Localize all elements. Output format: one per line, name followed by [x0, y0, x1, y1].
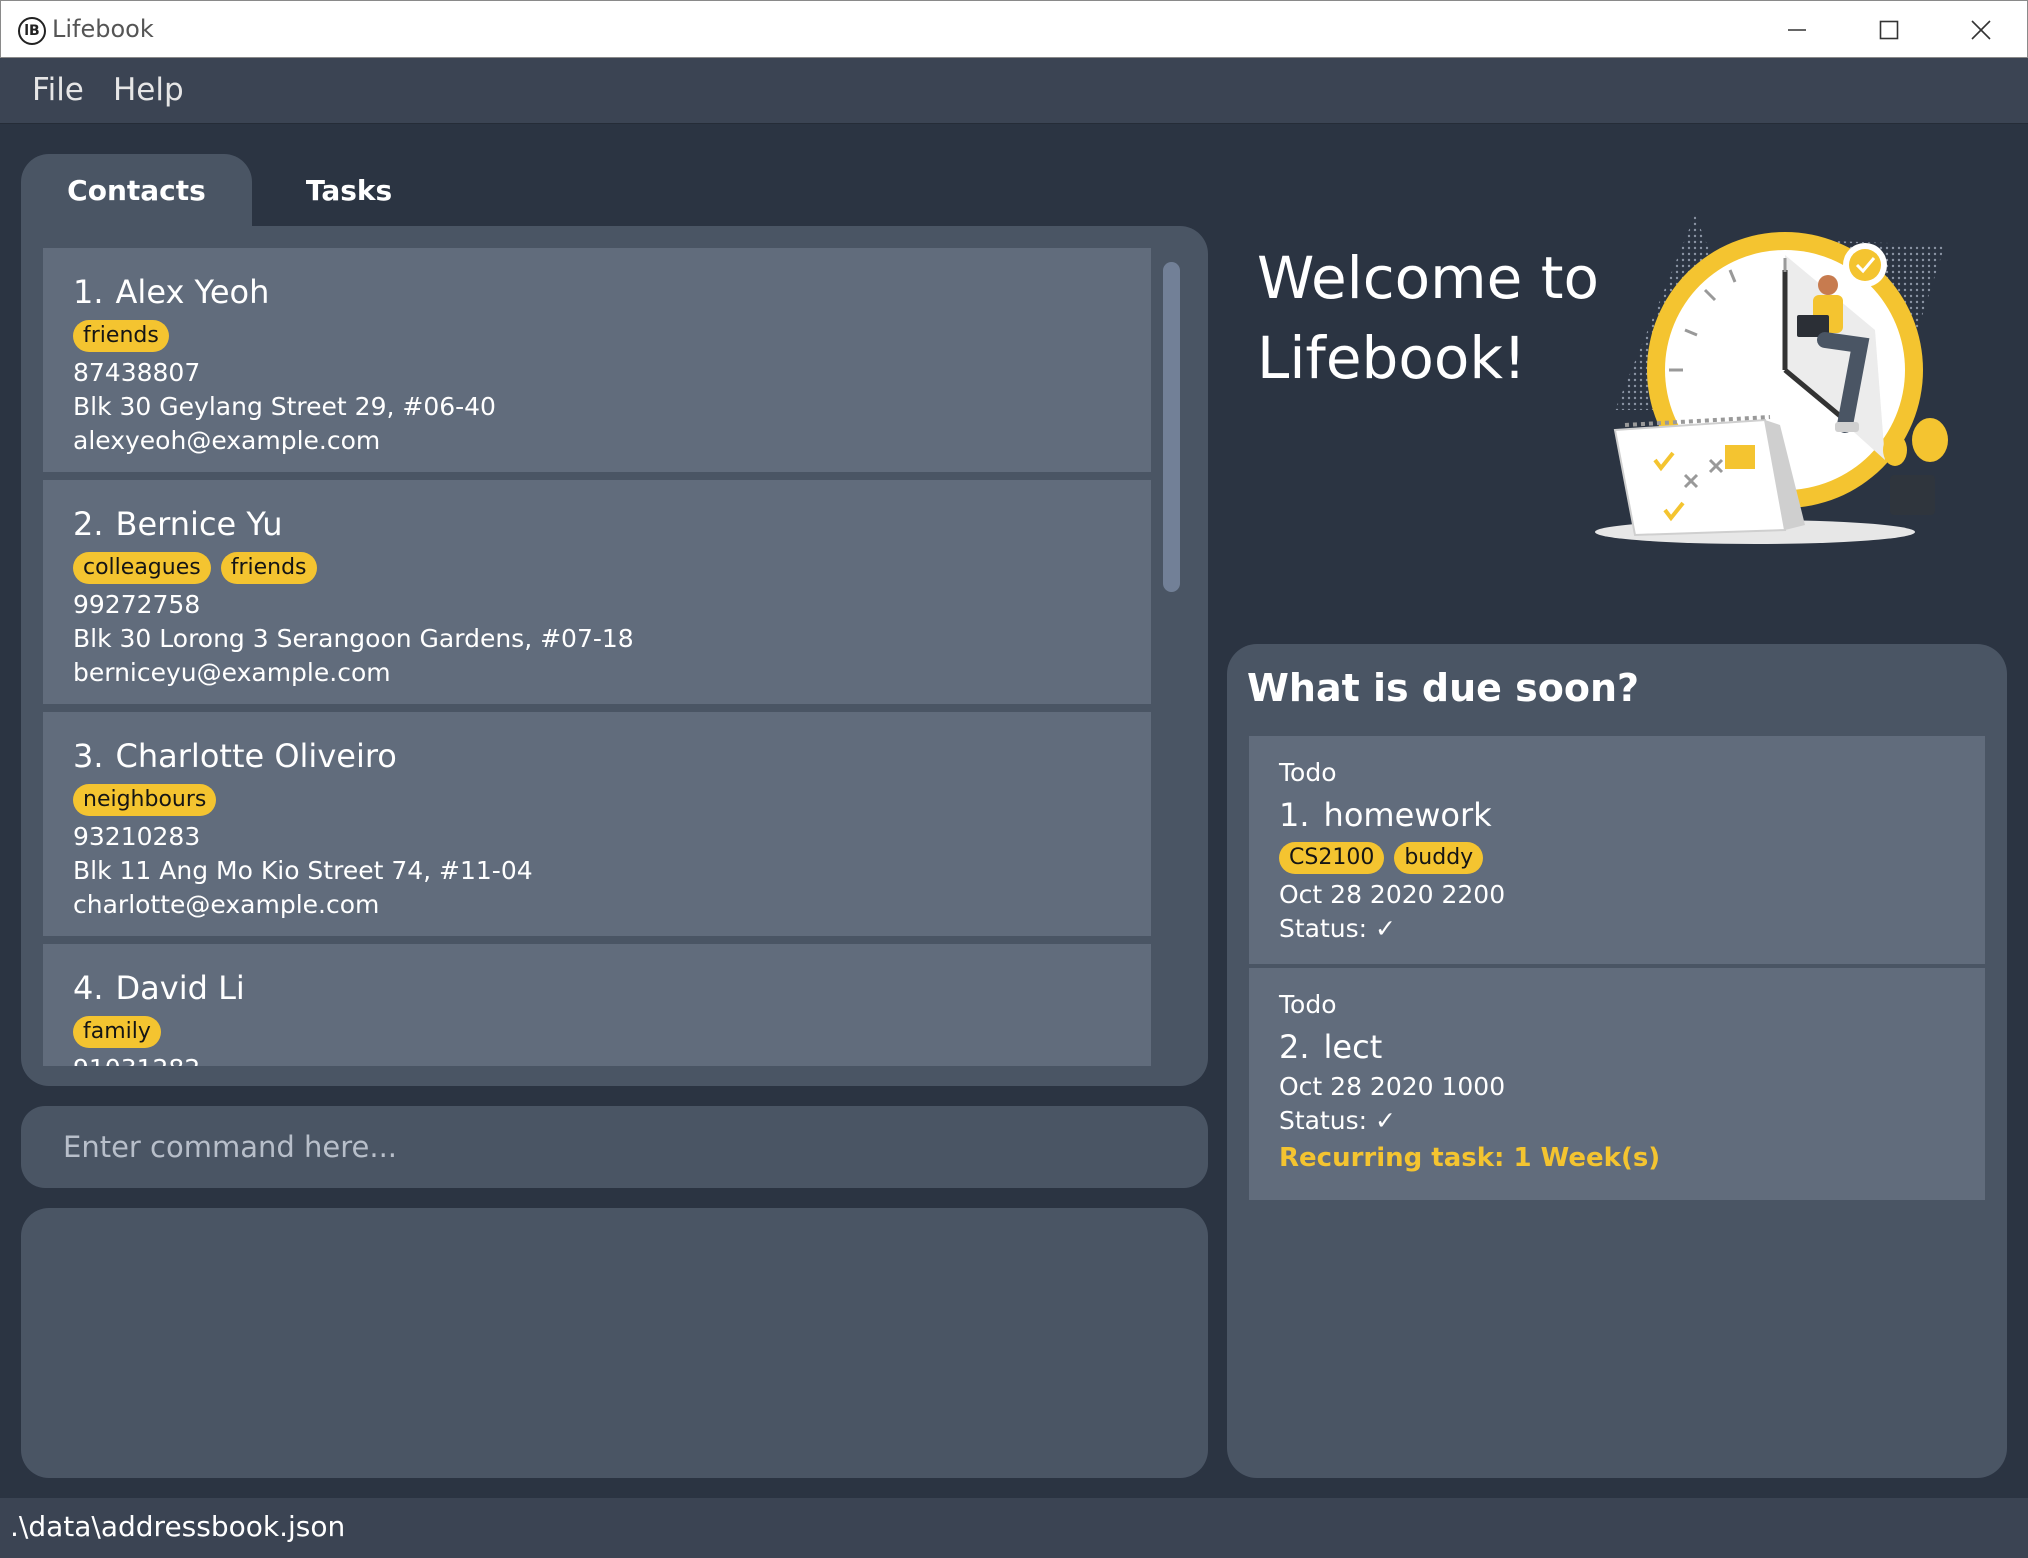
tag: buddy	[1394, 842, 1484, 874]
due-soon-panel: What is due soon? Todo 1. homework CS2100…	[1227, 644, 2007, 1478]
tag: CS2100	[1279, 842, 1385, 874]
task-type: Todo	[1279, 990, 1337, 1019]
task-status: Status: ✓	[1279, 914, 1396, 943]
close-button[interactable]	[1935, 1, 2027, 59]
contact-tags: friends	[73, 320, 1151, 356]
contact-tags: colleagues friends	[73, 552, 1151, 588]
task-name: homework	[1323, 796, 1492, 834]
contact-phone: 91031282	[73, 1052, 1151, 1066]
app-logo-icon: lB	[18, 17, 46, 45]
contact-name: Alex Yeoh	[115, 273, 270, 311]
contact-phone: 99272758	[73, 590, 201, 619]
task-date: Oct 28 2020 2200	[1279, 880, 1506, 909]
contact-card[interactable]: 1. Alex Yeoh friends 87438807 Blk 30 Geyl…	[43, 248, 1151, 476]
tag: friends	[220, 552, 317, 584]
task-name: lect	[1323, 1028, 1383, 1066]
welcome-line-1: Welcome to	[1257, 244, 1599, 312]
menu-bar: File Help	[0, 58, 2028, 124]
contact-index: 2.	[73, 505, 104, 543]
task-tags: CS2100 buddy	[1279, 842, 1985, 878]
contact-email: charlotte@example.com	[73, 890, 380, 919]
contact-phone: 93210283	[73, 822, 201, 851]
contact-tags: family	[73, 1016, 1151, 1052]
contact-index: 3.	[73, 737, 104, 775]
task-type: Todo	[1279, 758, 1337, 787]
contact-address: Blk 30 Lorong 3 Serangoon Gardens, #07-1…	[73, 624, 634, 653]
save-location: .\data\addressbook.json	[10, 1510, 346, 1543]
contact-name-row: 4. David Li	[73, 968, 1151, 1012]
tab-contacts[interactable]: Contacts	[21, 154, 252, 226]
contact-card[interactable]: 3. Charlotte Oliveiro neighbours 93210283…	[43, 712, 1151, 940]
contact-phone: 87438807	[73, 358, 201, 387]
tag: neighbours	[73, 784, 217, 816]
contact-email: alexyeoh@example.com	[73, 426, 381, 455]
contact-list-scrollbar[interactable]	[1163, 262, 1180, 592]
tab-tasks[interactable]: Tasks	[260, 154, 438, 226]
clock-calendar-illustration	[1595, 215, 1948, 544]
contact-email: berniceyu@example.com	[73, 658, 391, 687]
tag: family	[73, 1016, 161, 1048]
menu-help[interactable]: Help	[113, 72, 184, 108]
contact-name-row: 2. Bernice Yu	[73, 504, 1151, 548]
contact-index: 1.	[73, 273, 104, 311]
contact-card[interactable]: 4. David Li family 91031282	[43, 944, 1151, 1066]
title-bar: lB Lifebook	[0, 0, 2028, 58]
task-card[interactable]: Todo 1. homework CS2100 buddy Oct 28 2020…	[1249, 736, 1985, 964]
task-index: 1.	[1279, 796, 1310, 834]
contact-list[interactable]: 1. Alex Yeoh friends 87438807 Blk 30 Geyl…	[43, 248, 1151, 1066]
contact-name: Charlotte Oliveiro	[115, 737, 397, 775]
task-status: Status: ✓	[1279, 1106, 1396, 1135]
welcome-heading: Welcome to Lifebook!	[1257, 238, 1617, 398]
task-name-row: 1. homework	[1279, 792, 1985, 838]
contact-address: Blk 11 Ang Mo Kio Street 74, #11-04	[73, 856, 533, 885]
task-index: 2.	[1279, 1028, 1310, 1066]
task-recurring: Recurring task: 1 Week(s)	[1279, 1143, 1661, 1173]
close-icon	[1971, 20, 1991, 40]
status-bar: .\data\addressbook.json	[0, 1498, 2028, 1558]
contact-name-row: 1. Alex Yeoh	[73, 272, 1151, 316]
minimize-icon	[1788, 29, 1806, 31]
contact-address: Blk 30 Geylang Street 29, #06-40	[73, 392, 496, 421]
contact-name: Bernice Yu	[115, 505, 283, 543]
minimize-button[interactable]	[1751, 1, 1843, 59]
contact-name-row: 3. Charlotte Oliveiro	[73, 736, 1151, 780]
contacts-panel: 1. Alex Yeoh friends 87438807 Blk 30 Geyl…	[21, 226, 1208, 1086]
maximize-icon	[1879, 20, 1899, 40]
maximize-button[interactable]	[1843, 1, 1935, 59]
window-title: Lifebook	[52, 15, 154, 43]
tag: colleagues	[73, 552, 211, 584]
contact-tags: neighbours	[73, 784, 1151, 820]
result-display	[21, 1208, 1208, 1478]
welcome-line-2: Lifebook!	[1257, 324, 1527, 392]
contact-name: David Li	[115, 969, 245, 1007]
contact-index: 4.	[73, 969, 104, 1007]
due-soon-title: What is due soon?	[1247, 666, 1640, 710]
command-box	[21, 1106, 1208, 1188]
menu-file[interactable]: File	[32, 72, 84, 108]
task-card[interactable]: Todo 2. lect Oct 28 2020 1000 Status: ✓ R…	[1249, 968, 1985, 1200]
task-name-row: 2. lect	[1279, 1024, 1985, 1070]
tag: friends	[73, 320, 169, 352]
command-input[interactable]	[21, 1106, 1208, 1188]
task-date: Oct 28 2020 1000	[1279, 1072, 1506, 1101]
contact-card[interactable]: 2. Bernice Yu colleagues friends 99272758…	[43, 480, 1151, 708]
